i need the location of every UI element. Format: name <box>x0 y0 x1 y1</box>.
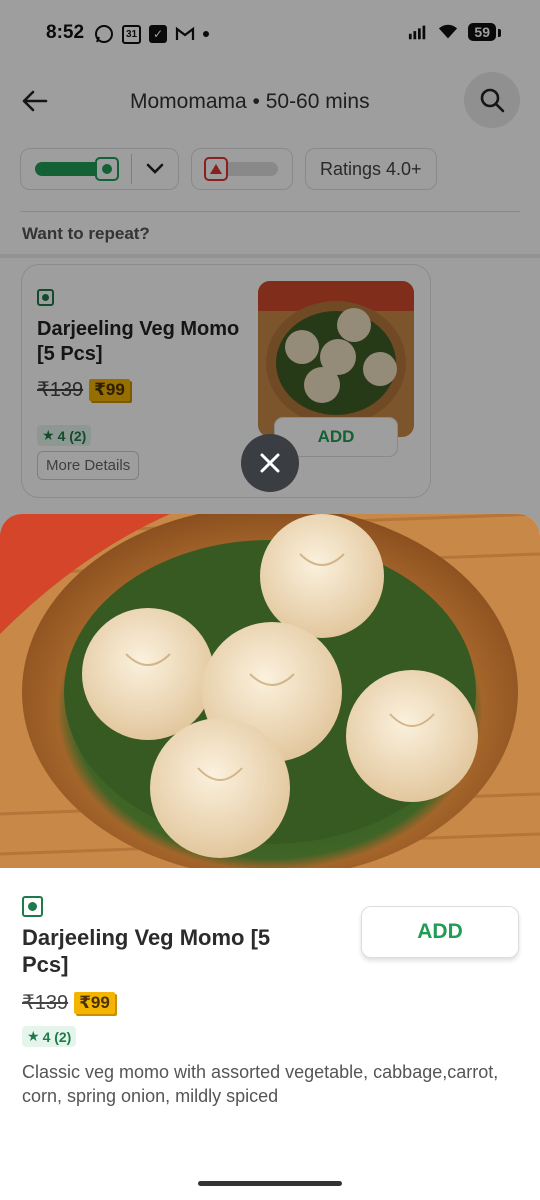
price-row: ₹139 ₹99 <box>22 990 115 1015</box>
item-name: Darjeeling Veg Momo [5 Pcs] <box>22 925 271 977</box>
item-detail-sheet: Darjeeling Veg Momo [5 Pcs] ₹139 ₹99 ★ 4… <box>0 514 540 1200</box>
add-button[interactable]: ADD <box>361 906 519 958</box>
item-description: Classic veg momo with assorted vegetable… <box>22 1062 499 1106</box>
star-icon: ★ <box>27 1028 40 1044</box>
close-icon <box>260 453 280 473</box>
original-price: ₹139 <box>22 992 69 1014</box>
home-indicator[interactable] <box>198 1181 342 1186</box>
item-hero-image <box>0 514 540 878</box>
close-button[interactable] <box>241 434 299 492</box>
rating-value: 4 (2) <box>42 1028 72 1045</box>
veg-indicator-icon <box>22 896 43 917</box>
discounted-price: ₹99 <box>74 991 115 1014</box>
rating-badge: ★ 4 (2) <box>22 1026 77 1047</box>
